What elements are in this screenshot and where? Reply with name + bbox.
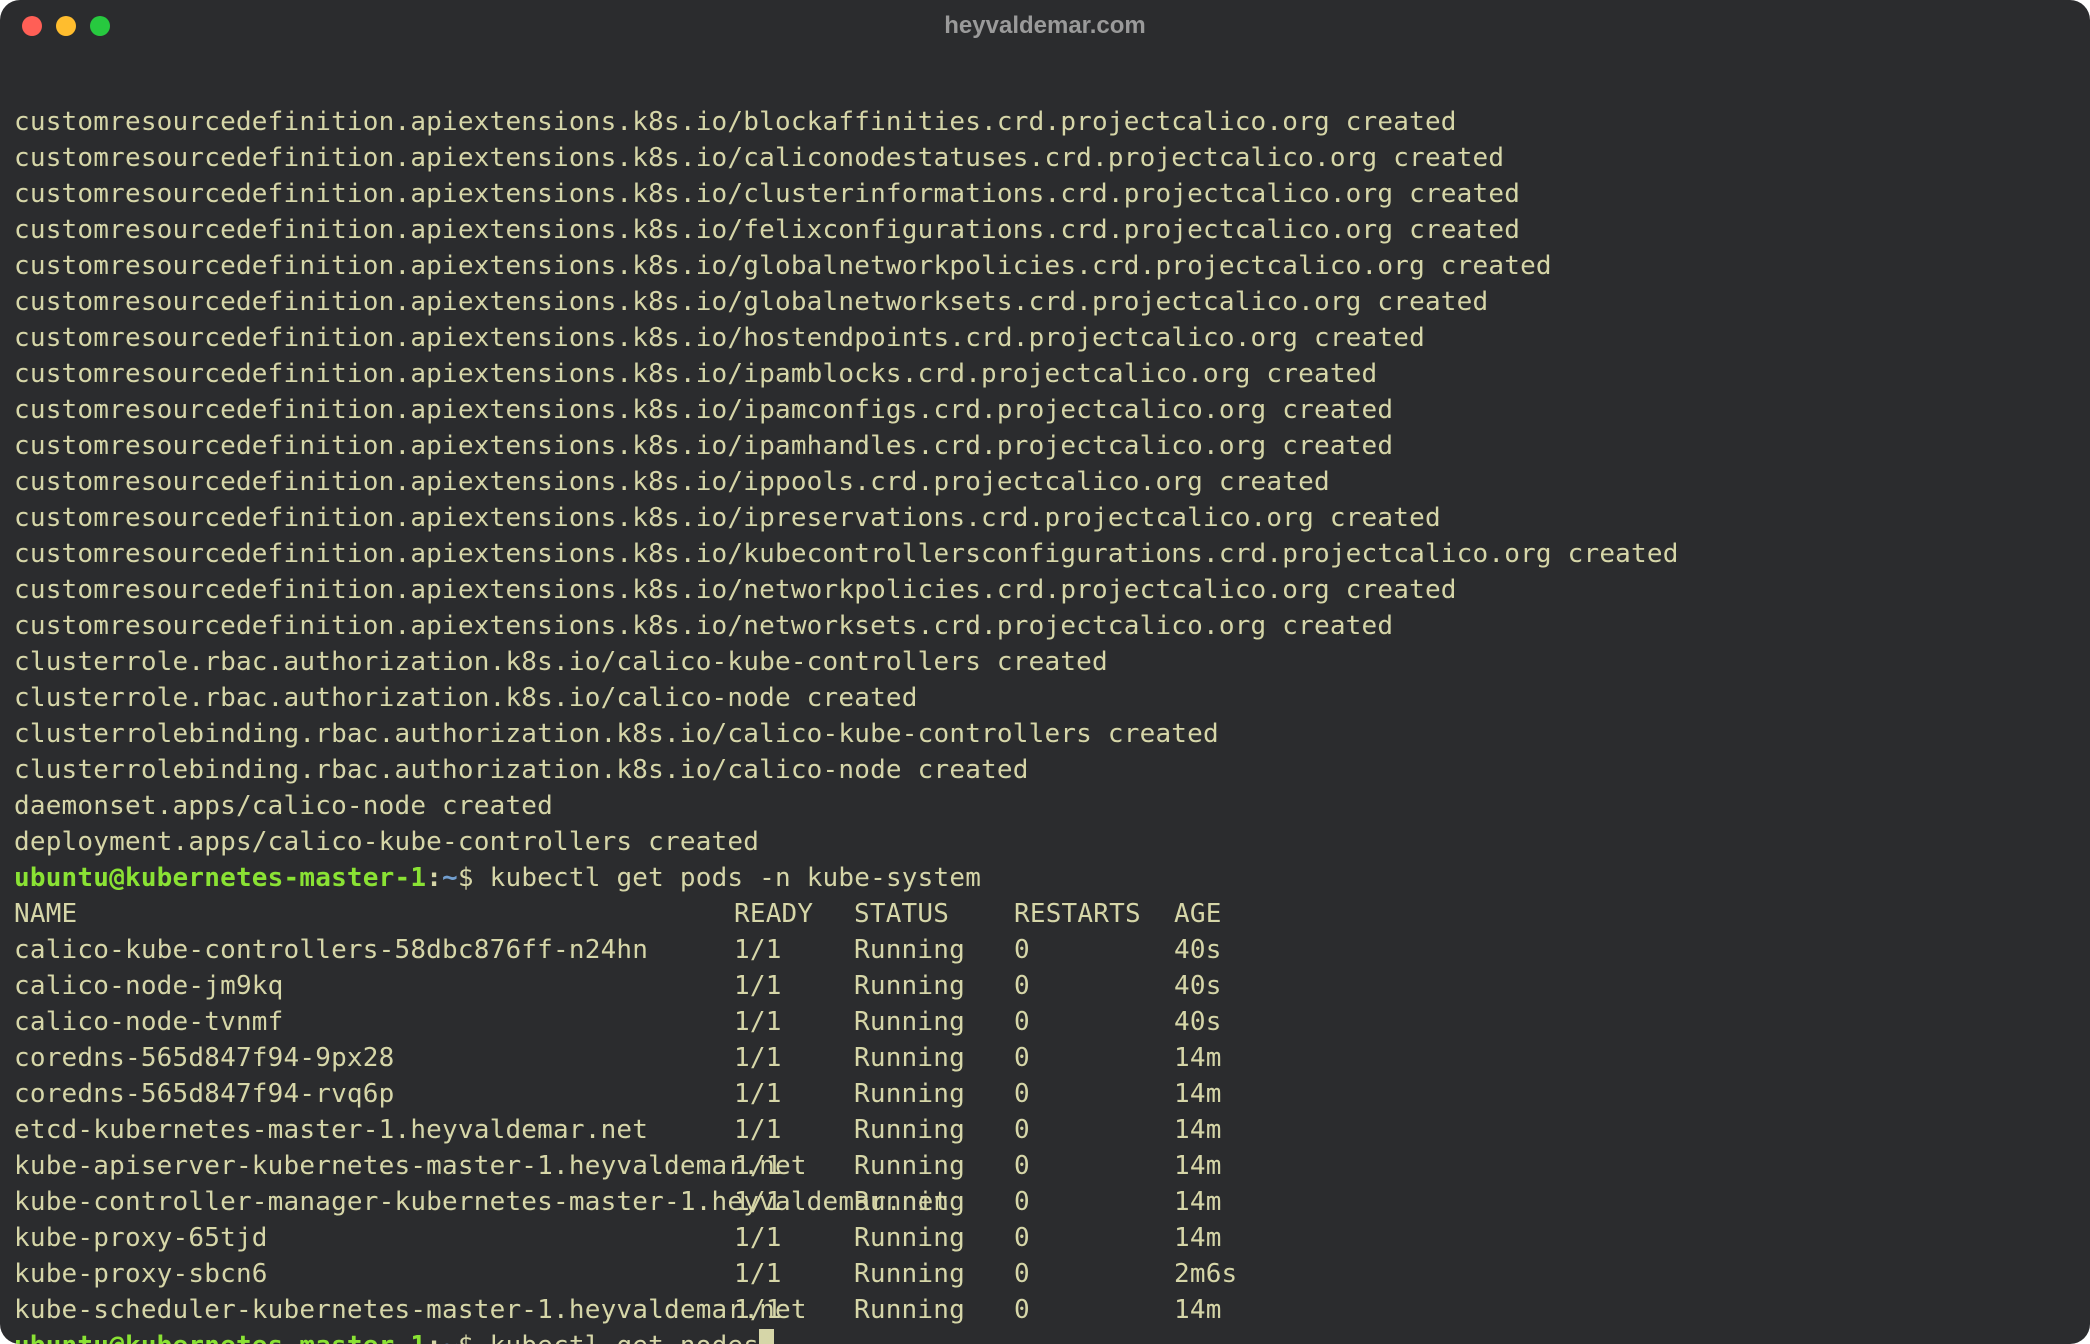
td-age: 14m [1174, 1148, 1274, 1184]
table-row: kube-proxy-sbcn61/1Running02m6s [14, 1256, 2076, 1292]
td-status: Running [854, 1112, 1014, 1148]
td-status: Running [854, 1040, 1014, 1076]
td-restarts: 0 [1014, 968, 1174, 1004]
td-status: Running [854, 1184, 1014, 1220]
output-lines: customresourcedefinition.apiextensions.k… [14, 107, 1679, 857]
td-age: 14m [1174, 1076, 1274, 1112]
td-name: kube-proxy-65tjd [14, 1220, 734, 1256]
td-age: 40s [1174, 932, 1274, 968]
td-status: Running [854, 1004, 1014, 1040]
td-restarts: 0 [1014, 1112, 1174, 1148]
td-ready: 1/1 [734, 1076, 854, 1112]
table-row: calico-node-jm9kq1/1Running040s [14, 968, 2076, 1004]
td-status: Running [854, 1220, 1014, 1256]
td-restarts: 0 [1014, 1184, 1174, 1220]
prompt-colon: : [426, 1331, 442, 1344]
td-restarts: 0 [1014, 1148, 1174, 1184]
td-ready: 1/1 [734, 1256, 854, 1292]
table-row: etcd-kubernetes-master-1.heyvaldemar.net… [14, 1112, 2076, 1148]
td-age: 14m [1174, 1040, 1274, 1076]
minimize-icon[interactable] [56, 16, 76, 36]
td-restarts: 0 [1014, 1292, 1174, 1328]
prompt-user-host: ubuntu@kubernetes-master-1 [14, 1331, 426, 1344]
table-row: coredns-565d847f94-rvq6p1/1Running014m [14, 1076, 2076, 1112]
td-name: kube-controller-manager-kubernetes-maste… [14, 1184, 734, 1220]
th-ready: READY [734, 896, 854, 932]
maximize-icon[interactable] [90, 16, 110, 36]
table-row: kube-proxy-65tjd1/1Running014m [14, 1220, 2076, 1256]
td-status: Running [854, 1256, 1014, 1292]
table-row: kube-apiserver-kubernetes-master-1.heyva… [14, 1148, 2076, 1184]
td-status: Running [854, 1292, 1014, 1328]
window-title: heyvaldemar.com [0, 12, 2090, 40]
td-status: Running [854, 968, 1014, 1004]
cursor-icon [759, 1329, 774, 1344]
table-row: kube-scheduler-kubernetes-master-1.heyva… [14, 1292, 2076, 1328]
td-restarts: 0 [1014, 1076, 1174, 1112]
td-age: 14m [1174, 1184, 1274, 1220]
table-row: coredns-565d847f94-9px281/1Running014m [14, 1040, 2076, 1076]
prompt-path: ~ [442, 863, 458, 893]
td-name: coredns-565d847f94-rvq6p [14, 1076, 734, 1112]
td-restarts: 0 [1014, 1220, 1174, 1256]
td-ready: 1/1 [734, 1184, 854, 1220]
td-age: 2m6s [1174, 1256, 1274, 1292]
td-name: calico-node-jm9kq [14, 968, 734, 1004]
td-name: calico-kube-controllers-58dbc876ff-n24hn [14, 932, 734, 968]
prompt-symbol: $ [458, 863, 474, 893]
td-name: calico-node-tvnmf [14, 1004, 734, 1040]
td-ready: 1/1 [734, 1148, 854, 1184]
command-2: kubectl get nodes [490, 1331, 760, 1344]
td-restarts: 0 [1014, 1004, 1174, 1040]
td-name: kube-apiserver-kubernetes-master-1.heyva… [14, 1148, 734, 1184]
td-status: Running [854, 1148, 1014, 1184]
prompt-path: ~ [442, 1331, 458, 1344]
terminal-body[interactable]: customresourcedefinition.apiextensions.k… [0, 52, 2090, 1344]
td-restarts: 0 [1014, 1040, 1174, 1076]
close-icon[interactable] [22, 16, 42, 36]
td-ready: 1/1 [734, 968, 854, 1004]
pods-table-header: NAMEREADYSTATUSRESTARTSAGE [14, 896, 2076, 932]
td-name: etcd-kubernetes-master-1.heyvaldemar.net [14, 1112, 734, 1148]
td-restarts: 0 [1014, 1256, 1174, 1292]
td-age: 14m [1174, 1292, 1274, 1328]
th-name: NAME [14, 896, 734, 932]
td-ready: 1/1 [734, 932, 854, 968]
td-age: 14m [1174, 1112, 1274, 1148]
td-restarts: 0 [1014, 932, 1174, 968]
prompt-symbol: $ [458, 1331, 474, 1344]
td-ready: 1/1 [734, 1004, 854, 1040]
td-age: 40s [1174, 968, 1274, 1004]
th-age: AGE [1174, 896, 1274, 932]
td-ready: 1/1 [734, 1292, 854, 1328]
td-status: Running [854, 932, 1014, 968]
td-status: Running [854, 1076, 1014, 1112]
td-name: kube-proxy-sbcn6 [14, 1256, 734, 1292]
th-restarts: RESTARTS [1014, 896, 1174, 932]
td-name: kube-scheduler-kubernetes-master-1.heyva… [14, 1292, 734, 1328]
td-age: 40s [1174, 1004, 1274, 1040]
terminal-window: heyvaldemar.com customresourcedefinition… [0, 0, 2090, 1344]
td-ready: 1/1 [734, 1112, 854, 1148]
table-row: calico-node-tvnmf1/1Running040s [14, 1004, 2076, 1040]
table-row: calico-kube-controllers-58dbc876ff-n24hn… [14, 932, 2076, 968]
th-status: STATUS [854, 896, 1014, 932]
td-name: coredns-565d847f94-9px28 [14, 1040, 734, 1076]
window-controls [22, 16, 110, 36]
td-ready: 1/1 [734, 1220, 854, 1256]
command-1: kubectl get pods -n kube-system [490, 863, 981, 893]
table-row: kube-controller-manager-kubernetes-maste… [14, 1184, 2076, 1220]
td-age: 14m [1174, 1220, 1274, 1256]
prompt-colon: : [426, 863, 442, 893]
td-ready: 1/1 [734, 1040, 854, 1076]
titlebar: heyvaldemar.com [0, 0, 2090, 52]
prompt-user-host: ubuntu@kubernetes-master-1 [14, 863, 426, 893]
